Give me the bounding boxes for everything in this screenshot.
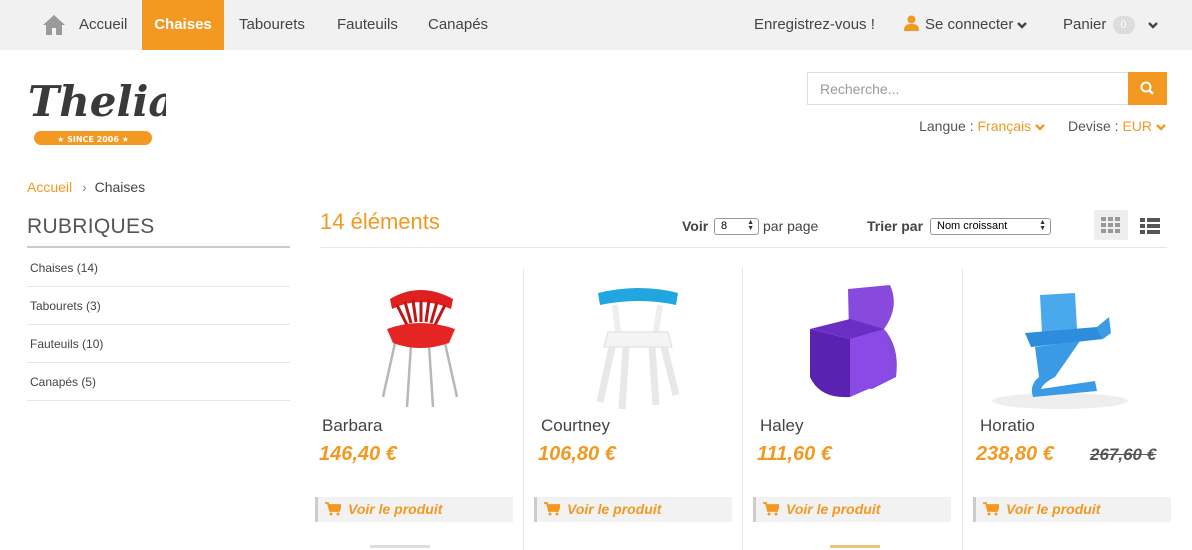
product-image-haley[interactable] [780,277,930,412]
sidebar-item-tabourets[interactable]: Tabourets (3) [27,287,290,325]
sort-select[interactable]: Nom croissant ▲ ▼ [930,218,1051,235]
sort-label: Trier par [867,218,924,234]
login-dropdown[interactable]: Se connecter [904,0,1028,50]
nav-home-link[interactable]: Accueil [79,0,127,50]
register-link[interactable]: Enregistrez-vous ! [754,0,875,50]
product-price: 111,60 € [757,443,832,465]
nav-item-chaises[interactable]: Chaises [142,0,224,50]
top-navbar: Accueil Chaises Tabourets Fauteuils Cana… [0,0,1192,50]
product-old-price: 267,60 € [1090,445,1157,464]
currency-select[interactable]: EUR [1122,118,1167,134]
product-image-courtney[interactable] [560,277,710,412]
search-input[interactable] [807,72,1128,105]
search-button[interactable] [1128,72,1167,105]
cart-icon [983,502,999,516]
thelia-logo[interactable]: Thelia ★ SINCE 2006 ★ [26,68,166,150]
product-name[interactable]: Haley [760,416,803,436]
view-product-button[interactable]: Voir le produit [534,497,732,522]
product-name[interactable]: Barbara [322,416,382,436]
breadcrumb-current: Chaises [94,179,146,195]
nav-item-tabourets[interactable]: Tabourets [239,0,305,50]
next-row-image-peek [370,545,430,550]
product-price: 106,80 € [538,443,616,465]
chevron-down-icon [1156,124,1166,131]
chevron-down-icon [1017,22,1028,29]
toolbar-divider [320,247,1167,248]
sidebar-item-canapes[interactable]: Canapés (5) [27,363,290,401]
locale-bar: Langue : Français Devise : EUR [919,118,1167,134]
nav-item-canapes[interactable]: Canapés [428,0,488,50]
product-name[interactable]: Horatio [980,416,1035,436]
product-image-horatio[interactable] [985,277,1135,412]
logo-tagline: ★ SINCE 2006 ★ [57,135,129,144]
sidebar-title: RUBRIQUES [27,215,290,248]
product-name[interactable]: Courtney [541,416,610,436]
grid-view-button[interactable] [1094,210,1128,240]
breadcrumb: Accueil › Chaises [27,179,145,195]
currency-label: Devise : [1067,118,1119,134]
search-icon [1140,81,1154,95]
select-arrows-icon: ▲ ▼ [747,219,754,232]
logo-wordmark: Thelia [28,77,166,126]
home-icon[interactable] [42,14,66,36]
sidebar-item-fauteuils[interactable]: Fauteuils (10) [27,325,290,363]
column-divider [962,268,963,550]
product-price: 146,40 € [319,443,397,465]
cart-label: Panier [1063,16,1107,33]
per-page-label: Voir [682,218,709,234]
breadcrumb-separator: › [82,179,87,195]
per-page-suffix: par page [763,218,819,234]
view-product-button[interactable]: Voir le produit [973,497,1171,522]
list-view-button[interactable] [1136,210,1164,240]
view-product-button[interactable]: Voir le produit [315,497,513,522]
cart-icon [544,502,560,516]
language-select[interactable]: Français [978,118,1047,134]
breadcrumb-home-link[interactable]: Accueil [27,179,72,195]
item-count: 14 éléments [320,209,440,234]
view-product-button[interactable]: Voir le produit [753,497,951,522]
column-divider [523,268,524,550]
grid-icon [1101,217,1120,233]
login-label: Se connecter [925,16,1014,33]
cart-count-badge: 0 [1112,16,1135,35]
nav-item-fauteuils[interactable]: Fauteuils [337,0,398,50]
product-price: 238,80 € [976,443,1054,465]
user-icon [904,15,919,31]
list-icon [1140,218,1160,234]
cart-icon [325,502,341,516]
next-row-image-peek [830,545,880,550]
chevron-down-icon [1147,22,1158,29]
per-page-select[interactable]: 8 ▲ ▼ [714,218,759,235]
cart-icon [763,502,779,516]
product-image-barbara[interactable] [345,277,495,412]
cart-dropdown[interactable]: Panier 0 [1063,0,1159,50]
sidebar-item-chaises[interactable]: Chaises (14) [27,249,290,287]
select-arrows-icon: ▲ ▼ [1039,219,1046,232]
column-divider [742,268,743,550]
chevron-down-icon [1035,124,1046,131]
language-label: Langue : [919,118,974,134]
